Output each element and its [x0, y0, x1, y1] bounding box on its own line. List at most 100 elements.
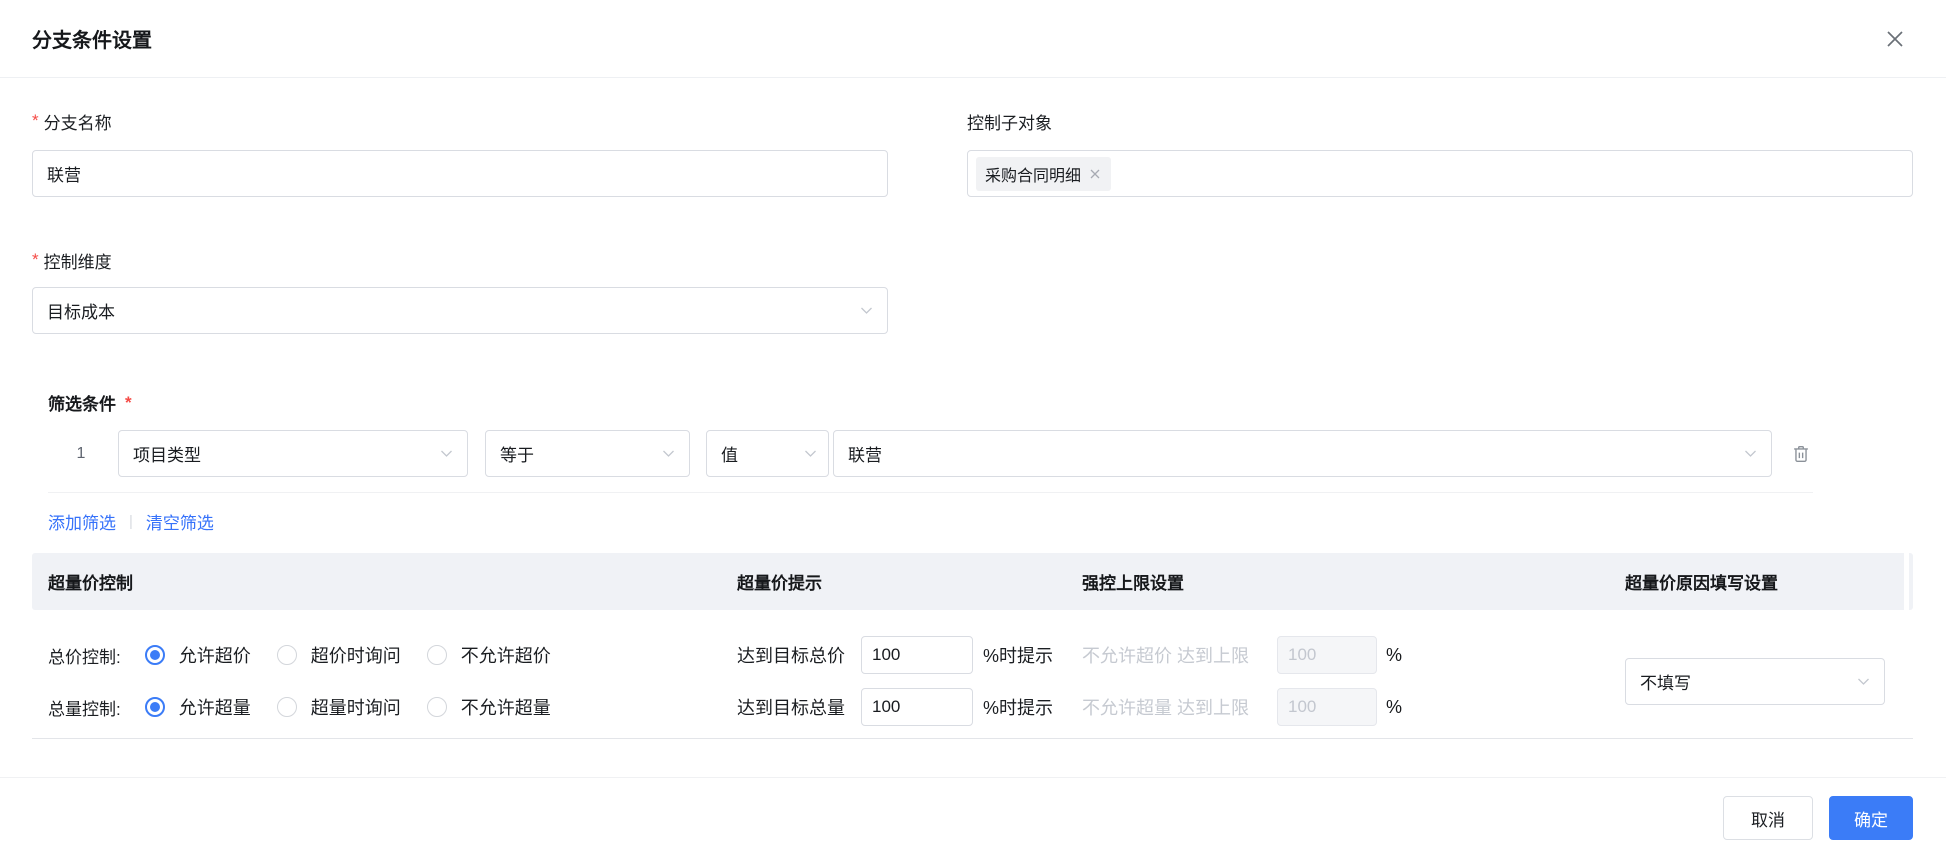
control-table-body: 总价控制: 允许超价 超价时询问 不允许超价 总量控制: 允许超量 超量时询问 …	[32, 610, 1913, 739]
radio-label: 超量时询问	[310, 698, 401, 718]
control-sub-object-field: 控制子对象 采购合同明细	[967, 108, 1913, 197]
table-row: 总量控制: 允许超量 超量时询问 不允许超量	[48, 688, 721, 726]
branch-condition-dialog: 分支条件设置 * 分支名称 控制子对象 采购合同明细	[0, 0, 1946, 858]
limit-unit: %	[1386, 644, 1403, 665]
chevron-down-icon	[861, 307, 872, 314]
filter-title-text: 筛选条件	[48, 395, 116, 414]
radio-label: 允许超价	[178, 646, 251, 666]
filter-value-select[interactable]: 联营	[833, 430, 1772, 477]
filter-value-type-value: 值	[721, 446, 738, 465]
chevron-down-icon	[441, 450, 452, 457]
chevron-down-icon	[663, 450, 674, 457]
prompt-prefix: 达到目标总量	[737, 698, 845, 718]
row-label: 总价控制:	[48, 647, 121, 667]
link-separator: |	[129, 513, 133, 530]
filter-section: 筛选条件 * 1 项目类型 等于 值 联营 添加筛选 | 清空筛选	[48, 390, 1813, 534]
control-table: 超量价控制 超量价提示 强控上限设置 超量价原因填写设置 总价控制: 允许超价	[32, 553, 1913, 739]
header-reason: 超量价原因填写设置	[1625, 574, 1778, 593]
limit-label: 不允许超量 达到上限	[1082, 698, 1250, 718]
radio-label: 超价时询问	[310, 646, 401, 666]
control-sub-object-input[interactable]: 采购合同明细	[967, 150, 1913, 197]
header-prompt: 超量价提示	[737, 574, 822, 593]
table-row: 达到目标总量 %时提示	[737, 688, 1066, 726]
prompt-suffix: %时提示	[983, 698, 1054, 718]
tag-label: 采购合同明细	[985, 167, 1082, 185]
control-sub-object-label: 控制子对象	[967, 108, 1913, 134]
radio-option[interactable]: 不允许超量	[426, 694, 551, 720]
header-price-control: 超量价控制	[48, 574, 133, 593]
clear-filter-link[interactable]: 清空筛选	[146, 509, 214, 534]
row-label: 总量控制:	[48, 699, 121, 719]
prompt-percent-input[interactable]	[861, 636, 973, 674]
limit-unit: %	[1386, 696, 1403, 717]
filter-operator-select[interactable]: 等于	[485, 430, 690, 477]
column-reason: 不填写	[1609, 636, 1913, 726]
column-prompt: 达到目标总价 %时提示 达到目标总量 %时提示	[721, 636, 1066, 726]
radio-label: 允许超量	[178, 698, 251, 718]
control-sub-object-label-text: 控制子对象	[967, 113, 1052, 133]
reason-value: 不填写	[1640, 673, 1691, 693]
radio-unchecked-icon	[426, 697, 447, 717]
radio-option[interactable]: 超价时询问	[276, 642, 401, 668]
dialog-footer: 取消 确定	[0, 777, 1946, 858]
branch-name-label-text: 分支名称	[43, 113, 112, 133]
filter-field-select[interactable]: 项目类型	[118, 430, 468, 477]
prompt-suffix: %时提示	[983, 646, 1054, 666]
chevron-down-icon	[1858, 678, 1869, 685]
radio-label: 不允许超量	[460, 698, 551, 718]
radio-label: 不允许超价	[460, 646, 551, 666]
prompt-prefix: 达到目标总价	[737, 646, 845, 666]
radio-checked-icon	[144, 697, 165, 717]
radio-option[interactable]: 超量时询问	[276, 694, 401, 720]
form-row-1: * 分支名称 控制子对象 采购合同明细	[32, 108, 1913, 197]
control-table-header: 超量价控制 超量价提示 强控上限设置 超量价原因填写设置	[32, 553, 1913, 610]
header-limit: 强控上限设置	[1082, 574, 1184, 593]
radio-option[interactable]: 允许超价	[144, 642, 251, 668]
column-limit: 不允许超价 达到上限 % 不允许超量 达到上限 %	[1066, 636, 1609, 726]
add-filter-link[interactable]: 添加筛选	[48, 509, 116, 534]
trash-icon[interactable]	[1789, 442, 1813, 466]
close-icon[interactable]	[1882, 26, 1908, 52]
control-dimension-label: * 控制维度	[32, 247, 888, 273]
table-row: 不允许超价 达到上限 %	[1082, 636, 1609, 674]
radio-unchecked-icon	[426, 645, 447, 665]
selected-tag: 采购合同明细	[976, 156, 1112, 191]
required-mark: *	[32, 111, 39, 130]
reason-select[interactable]: 不填写	[1625, 657, 1885, 705]
tag-remove-icon[interactable]	[1088, 167, 1102, 181]
control-dimension-label-text: 控制维度	[43, 252, 112, 272]
required-mark: *	[125, 392, 132, 412]
prompt-percent-input[interactable]	[861, 688, 973, 726]
dialog-body: * 分支名称 控制子对象 采购合同明细 *	[0, 108, 1946, 739]
filter-row: 1 项目类型 等于 值 联营	[48, 430, 1813, 493]
control-dimension-field: * 控制维度 目标成本	[32, 247, 888, 334]
table-row: 达到目标总价 %时提示	[737, 636, 1066, 674]
radio-option[interactable]: 不允许超价	[426, 642, 551, 668]
radio-unchecked-icon	[276, 645, 297, 665]
filter-operator-value: 等于	[500, 446, 534, 465]
filter-title: 筛选条件 *	[48, 390, 1813, 415]
control-dimension-select[interactable]: 目标成本	[32, 287, 888, 334]
column-control: 总价控制: 允许超价 超价时询问 不允许超价 总量控制: 允许超量 超量时询问 …	[32, 636, 721, 726]
required-mark: *	[32, 250, 39, 269]
limit-label: 不允许超价 达到上限	[1082, 646, 1250, 666]
limit-percent-input-disabled	[1277, 636, 1378, 674]
dialog-header: 分支条件设置	[0, 0, 1946, 78]
table-row: 不允许超量 达到上限 %	[1082, 688, 1609, 726]
table-row: 总价控制: 允许超价 超价时询问 不允许超价	[48, 636, 721, 674]
branch-name-field: * 分支名称	[32, 108, 888, 197]
filter-field-value: 项目类型	[133, 446, 201, 465]
radio-checked-icon	[144, 645, 165, 665]
filter-value-type-select[interactable]: 值	[706, 430, 829, 477]
radio-option[interactable]: 允许超量	[144, 694, 251, 720]
page-title: 分支条件设置	[32, 30, 152, 52]
cancel-button[interactable]: 取消	[1723, 796, 1813, 840]
branch-name-label: * 分支名称	[32, 108, 888, 134]
branch-name-input[interactable]	[32, 150, 888, 197]
filter-links: 添加筛选 | 清空筛选	[48, 509, 1813, 534]
filter-row-index: 1	[76, 444, 86, 462]
filter-value: 联营	[848, 446, 882, 465]
confirm-button[interactable]: 确定	[1829, 796, 1913, 840]
radio-unchecked-icon	[276, 697, 297, 717]
chevron-down-icon	[1745, 450, 1756, 457]
